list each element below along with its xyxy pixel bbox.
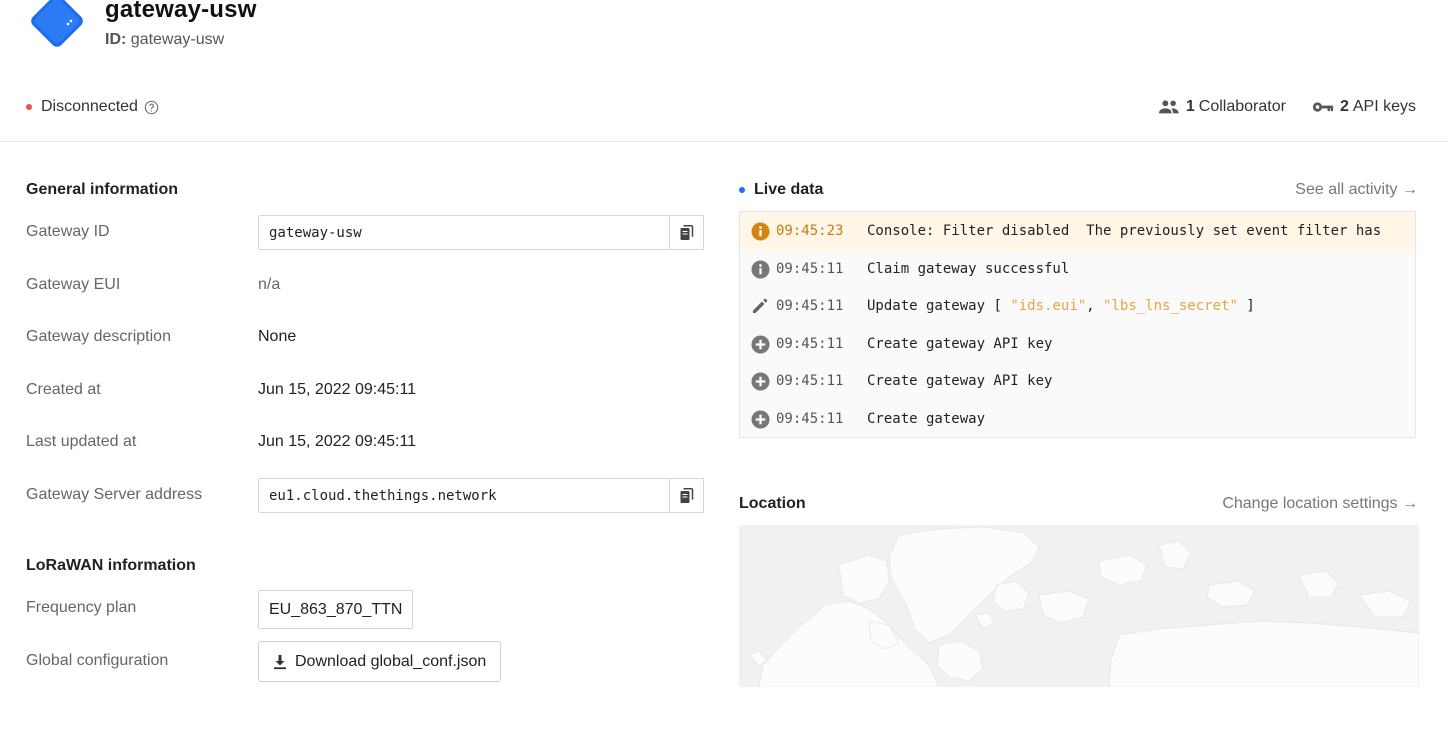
event-row[interactable]: 09:45:11 Create gateway API key (740, 325, 1415, 363)
change-location-settings-link[interactable]: Change location settings → (1222, 495, 1418, 513)
key-icon (1312, 102, 1334, 112)
event-text: Create gateway (867, 411, 986, 427)
global-configuration-label: Global configuration (26, 652, 169, 669)
gateway-id-copy-field: gateway-usw (258, 215, 704, 250)
created-at-label: Created at (26, 381, 101, 398)
api-keys-label: API keys (1352, 98, 1416, 115)
gateway-logo-icon (31, 0, 83, 47)
created-at-value: Jun 15, 2022 09:45:11 (258, 381, 417, 398)
location-map[interactable] (739, 525, 1419, 687)
server-address-label: Gateway Server address (26, 486, 203, 503)
event-text: Create gateway API key (867, 336, 1053, 352)
event-field-ids-eui: "ids.eui" (1010, 298, 1087, 314)
gateway-id-line: ID: gateway-usw (105, 31, 224, 49)
event-row[interactable]: 09:45:23 Console: Filter disabled The pr… (740, 212, 1415, 250)
live-dot-icon (739, 187, 745, 193)
api-keys-link[interactable]: 2 API keys (1312, 98, 1416, 116)
event-time: 09:45:11 (776, 373, 844, 389)
server-address-copy-field: eu1.cloud.thethings.network (258, 478, 704, 513)
last-updated-value: Jun 15, 2022 09:45:11 (258, 433, 417, 450)
edit-icon (750, 296, 770, 316)
people-icon (1158, 100, 1179, 114)
page-header: gateway-usw ID: gateway-usw Disconnected… (0, 0, 1448, 142)
info-icon (750, 259, 770, 279)
info-warning-icon (750, 221, 770, 241)
general-information-title: General information (26, 181, 179, 198)
copy-gateway-id-button[interactable] (669, 216, 703, 249)
add-circle-icon (750, 371, 770, 391)
event-text: Console: Filter disabled The previously … (867, 223, 1382, 239)
event-bracket-open: [ (985, 298, 1011, 314)
event-time: 09:45:11 (776, 336, 844, 352)
gateway-title: gateway-usw (105, 0, 257, 23)
gateway-id-label: ID: (105, 31, 127, 48)
collaborators-link[interactable]: 1 Collaborator (1158, 98, 1286, 116)
location-title: Location (739, 495, 806, 512)
frequency-plan-value: EU_863_870_TTN (258, 590, 414, 629)
download-global-conf-button[interactable]: Download global_conf.json (258, 641, 502, 682)
copy-icon (680, 487, 693, 503)
copy-server-address-button[interactable] (669, 479, 703, 512)
event-text: Create gateway API key (867, 373, 1053, 389)
live-data-panel: 09:45:23 Console: Filter disabled The pr… (739, 211, 1416, 438)
event-time: 09:45:23 (776, 223, 844, 239)
status-text: Disconnected (41, 98, 138, 115)
add-circle-icon (750, 409, 770, 429)
copy-icon (680, 224, 693, 240)
status-dot-icon (26, 104, 32, 110)
gateway-id-value: gateway-usw (130, 31, 225, 48)
gateway-eui-label: Gateway EUI (26, 276, 121, 293)
event-bracket-close: ] (1237, 298, 1255, 314)
event-text: Claim gateway successful (867, 261, 1070, 277)
event-row[interactable]: 09:45:11 Create gateway (740, 400, 1415, 437)
event-field-lbs-lns-secret: "lbs_lns_secret" (1103, 298, 1238, 314)
event-field-separator: , (1086, 298, 1104, 314)
gateway-id-field-label: Gateway ID (26, 223, 110, 240)
connection-status: Disconnected (26, 98, 159, 116)
collaborators-label: Collaborator (1198, 98, 1286, 115)
event-time: 09:45:11 (776, 261, 844, 277)
server-address-value[interactable]: eu1.cloud.thethings.network (259, 479, 669, 512)
gateway-eui-value: n/a (258, 276, 281, 293)
collaborators-count: 1 (1185, 98, 1195, 115)
live-data-label: Live data (754, 181, 824, 198)
gateway-description-value: None (258, 328, 297, 345)
last-updated-label: Last updated at (26, 433, 137, 450)
event-time: 09:45:11 (776, 411, 844, 427)
help-icon[interactable] (144, 100, 159, 115)
header-stats: 1 Collaborator 2 API keys (1132, 98, 1416, 116)
gateway-id-field-value[interactable]: gateway-usw (259, 216, 669, 249)
see-all-activity-link[interactable]: See all activity → (1295, 181, 1418, 199)
event-time: 09:45:11 (776, 298, 844, 314)
event-row[interactable]: 09:45:11 Create gateway API key (740, 362, 1415, 400)
lorawan-information-title: LoRaWAN information (26, 557, 196, 574)
world-map-graphic (748, 526, 1419, 687)
event-row[interactable]: 09:45:11 Claim gateway successful (740, 250, 1415, 288)
download-button-label: Download global_conf.json (295, 652, 487, 670)
download-icon (274, 654, 286, 669)
event-text: Update gateway (867, 298, 986, 314)
add-circle-icon (750, 334, 770, 354)
api-keys-count: 2 (1339, 98, 1349, 115)
event-row[interactable]: 09:45:11 Update gateway [ "ids.eui" , "l… (740, 287, 1415, 325)
live-data-title: Live data (739, 181, 823, 199)
frequency-plan-label: Frequency plan (26, 599, 137, 616)
gateway-description-label: Gateway description (26, 328, 171, 345)
